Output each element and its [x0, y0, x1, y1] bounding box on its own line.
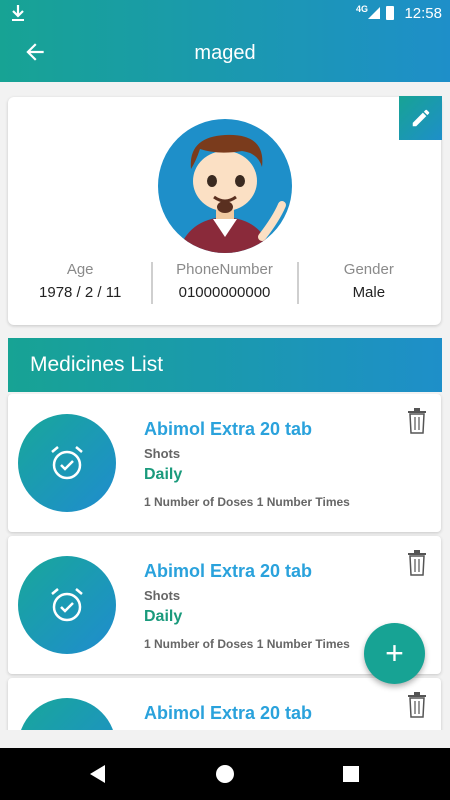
status-time: 12:58	[404, 5, 442, 22]
medicine-type: Shots	[144, 588, 181, 603]
battery-icon	[386, 6, 394, 20]
download-icon	[12, 5, 24, 21]
add-medicine-button[interactable]: +	[364, 623, 425, 684]
alarm-check-icon	[18, 556, 116, 654]
medicines-list-title: Medicines List	[30, 353, 164, 376]
medicines-list-header: Medicines List	[8, 338, 442, 392]
plus-icon: +	[385, 635, 404, 671]
nav-recents-icon[interactable]	[343, 766, 359, 782]
medicine-name: Abimol Extra 20 tab	[144, 419, 313, 439]
divider	[151, 262, 153, 304]
status-bar: 4G 12:58	[0, 0, 450, 26]
gender-label: Gender	[343, 261, 394, 278]
avatar	[158, 119, 292, 253]
nav-back-icon[interactable]	[90, 765, 105, 783]
age-value: 1978 / 2 / 11	[39, 284, 122, 301]
medicine-name: Abimol Extra 20 tab	[144, 703, 313, 723]
age-label: Age	[66, 261, 94, 278]
divider	[297, 262, 299, 304]
alarm-check-icon	[18, 698, 116, 730]
system-nav-bar	[0, 748, 450, 800]
phone-value: 01000000000	[178, 284, 271, 301]
signal-icon	[368, 7, 380, 19]
profile-info-row: Age 1978 / 2 / 11 PhoneNumber 0100000000…	[8, 261, 441, 307]
profile-card: Age 1978 / 2 / 11 PhoneNumber 0100000000…	[8, 97, 441, 325]
trash-icon[interactable]	[407, 408, 427, 434]
medicine-frequency: Daily	[144, 466, 183, 483]
medicine-doses: 1 Number of Doses 1 Number Times	[144, 495, 350, 509]
gender-value: Male	[352, 284, 386, 301]
app-bar: maged	[0, 26, 450, 82]
phone-field: PhoneNumber 01000000000	[152, 261, 296, 307]
trash-icon[interactable]	[407, 550, 427, 576]
nav-home-icon[interactable]	[216, 765, 234, 783]
trash-icon[interactable]	[407, 692, 427, 718]
network-type: 4G	[355, 4, 368, 14]
list-item[interactable]: Abimol Extra 20 tab Shots	[8, 678, 441, 730]
alarm-check-icon	[18, 414, 116, 512]
medicine-frequency: Daily	[144, 608, 183, 625]
medicine-type: Shots	[144, 446, 181, 461]
edit-profile-button[interactable]	[399, 96, 442, 140]
list-item[interactable]: Abimol Extra 20 tab Shots Daily 1 Number…	[8, 394, 441, 532]
medicine-name: Abimol Extra 20 tab	[144, 561, 313, 581]
page-title: maged	[194, 42, 256, 64]
pencil-icon	[412, 109, 429, 127]
gender-field: Gender Male	[297, 261, 441, 307]
phone-label: PhoneNumber	[176, 261, 273, 278]
age-field: Age 1978 / 2 / 11	[8, 261, 152, 307]
medicine-doses: 1 Number of Doses 1 Number Times	[144, 637, 350, 651]
